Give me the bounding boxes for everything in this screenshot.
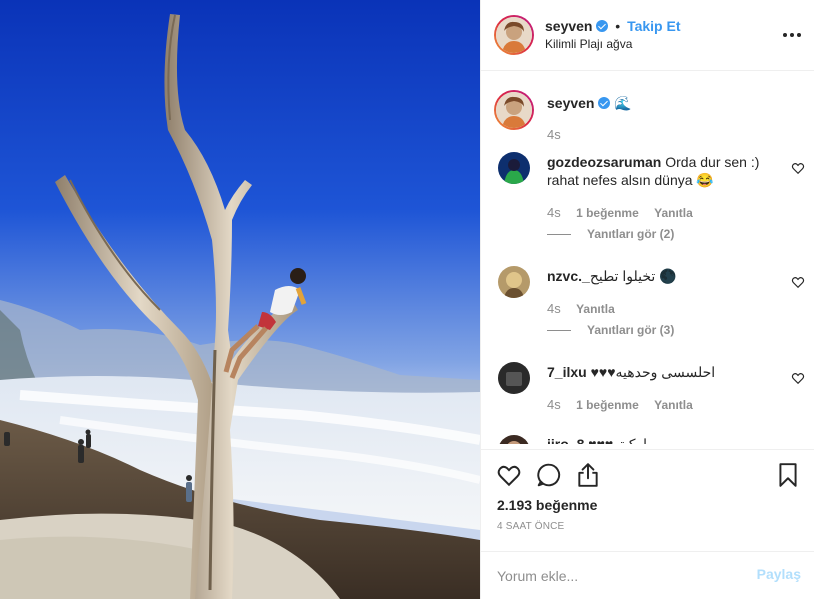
- comment-like-heart-icon[interactable]: [791, 275, 805, 289]
- reply-button[interactable]: Yanıtla: [654, 398, 693, 412]
- reply-button[interactable]: Yanıtla: [576, 302, 615, 316]
- share-icon[interactable]: [575, 462, 601, 488]
- reply-button[interactable]: Yanıtla: [654, 206, 693, 220]
- commenter-avatar[interactable]: [498, 435, 530, 444]
- verified-badge-icon: [596, 20, 609, 32]
- comment-meta: 4s 1 beğenme Yanıtla: [547, 205, 693, 220]
- header-title-row: seyven • Takip Et: [545, 18, 680, 34]
- caption-avatar[interactable]: [494, 90, 534, 130]
- beach-tree-photo: [0, 0, 480, 599]
- replies-divider: [547, 234, 571, 236]
- author-avatar[interactable]: [494, 15, 534, 55]
- comments-list[interactable]: seyven 🌊 4s gozdeozsaruman Orda dur sen …: [481, 71, 814, 444]
- commenter-avatar[interactable]: [498, 152, 530, 184]
- view-replies-button[interactable]: Yanıtları gör (2): [547, 227, 674, 241]
- comment-icon[interactable]: [536, 462, 562, 488]
- follow-button[interactable]: Takip Et: [627, 18, 680, 34]
- comment-meta: 4s 1 beğenme Yanıtla: [547, 397, 693, 412]
- comment-likes[interactable]: 1 beğenme: [576, 398, 639, 412]
- author-username[interactable]: seyven: [545, 18, 592, 34]
- replies-divider: [547, 330, 571, 332]
- post-details-panel: seyven • Takip Et Kilimli Plajı ağva sey…: [480, 0, 814, 599]
- comment-meta: 4s Yanıtla: [547, 301, 615, 316]
- bookmark-icon[interactable]: [775, 462, 801, 488]
- view-replies-label: Yanıtları gör (2): [587, 227, 675, 241]
- comment-text: تخيلوا تطيح 🌑: [589, 268, 677, 284]
- post-location[interactable]: Kilimli Plajı ağva: [545, 37, 632, 51]
- comment-like-heart-icon[interactable]: [791, 371, 805, 385]
- comment-body: jiro_8 ♥♥♥لوكيتو: [547, 435, 777, 444]
- view-replies-label: Yanıtları gör (3): [587, 323, 675, 337]
- view-replies-button[interactable]: Yanıtları gör (3): [547, 323, 674, 337]
- commenter-avatar[interactable]: [498, 362, 530, 394]
- caption-text: 🌊: [614, 95, 632, 111]
- comment-input[interactable]: [497, 564, 737, 588]
- comment-username[interactable]: gozdeozsaruman: [547, 154, 661, 170]
- post-photo[interactable]: [0, 0, 480, 599]
- add-comment-form: Paylaş: [481, 551, 814, 599]
- more-options-icon[interactable]: [783, 26, 801, 44]
- comment-text: ♥♥♥لوكيتو: [588, 436, 648, 444]
- comment-body: 7_ilxu ♥♥♥احلسسى وحدهيه: [547, 363, 777, 381]
- caption-time[interactable]: 4s: [547, 127, 561, 142]
- header-separator: •: [615, 18, 621, 34]
- comment-text-continued: rahat nefes alsın dünya 😂: [547, 172, 714, 188]
- commenter-avatar[interactable]: [498, 266, 530, 298]
- comment-body: gozdeozsaruman Orda dur sen :) rahat nef…: [547, 153, 777, 189]
- comment-body: nzvc._تخيلوا تطيح 🌑: [547, 267, 777, 285]
- comment-text: Orda dur sen :): [665, 154, 760, 170]
- post-actions: 2.193 beğenme 4 SAAT ÖNCE Paylaş: [481, 449, 814, 599]
- post-time-ago[interactable]: 4 SAAT ÖNCE: [497, 521, 564, 532]
- comment-time[interactable]: 4s: [547, 205, 561, 220]
- heart-icon[interactable]: [496, 462, 522, 488]
- caption-username[interactable]: seyven: [547, 95, 594, 111]
- comment-time[interactable]: 4s: [547, 397, 561, 412]
- caption-text-row: seyven 🌊: [547, 95, 632, 112]
- comment-username[interactable]: jiro_8: [547, 436, 584, 444]
- comment-text: ♥♥♥احلسسى وحدهيه: [590, 364, 716, 380]
- comment-likes[interactable]: 1 beğenme: [576, 206, 639, 220]
- likes-count[interactable]: 2.193 beğenme: [497, 497, 597, 513]
- post-header: seyven • Takip Et Kilimli Plajı ağva: [481, 0, 814, 71]
- comment-username[interactable]: 7_ilxu: [547, 364, 587, 380]
- comment-username[interactable]: nzvc._: [547, 268, 590, 284]
- caption-meta: 4s: [547, 127, 561, 142]
- post-comment-button[interactable]: Paylaş: [757, 566, 801, 582]
- instagram-post: seyven • Takip Et Kilimli Plajı ağva sey…: [0, 0, 814, 599]
- comment-time[interactable]: 4s: [547, 301, 561, 316]
- verified-badge-icon: [598, 97, 611, 109]
- comment-like-heart-icon[interactable]: [791, 161, 805, 175]
